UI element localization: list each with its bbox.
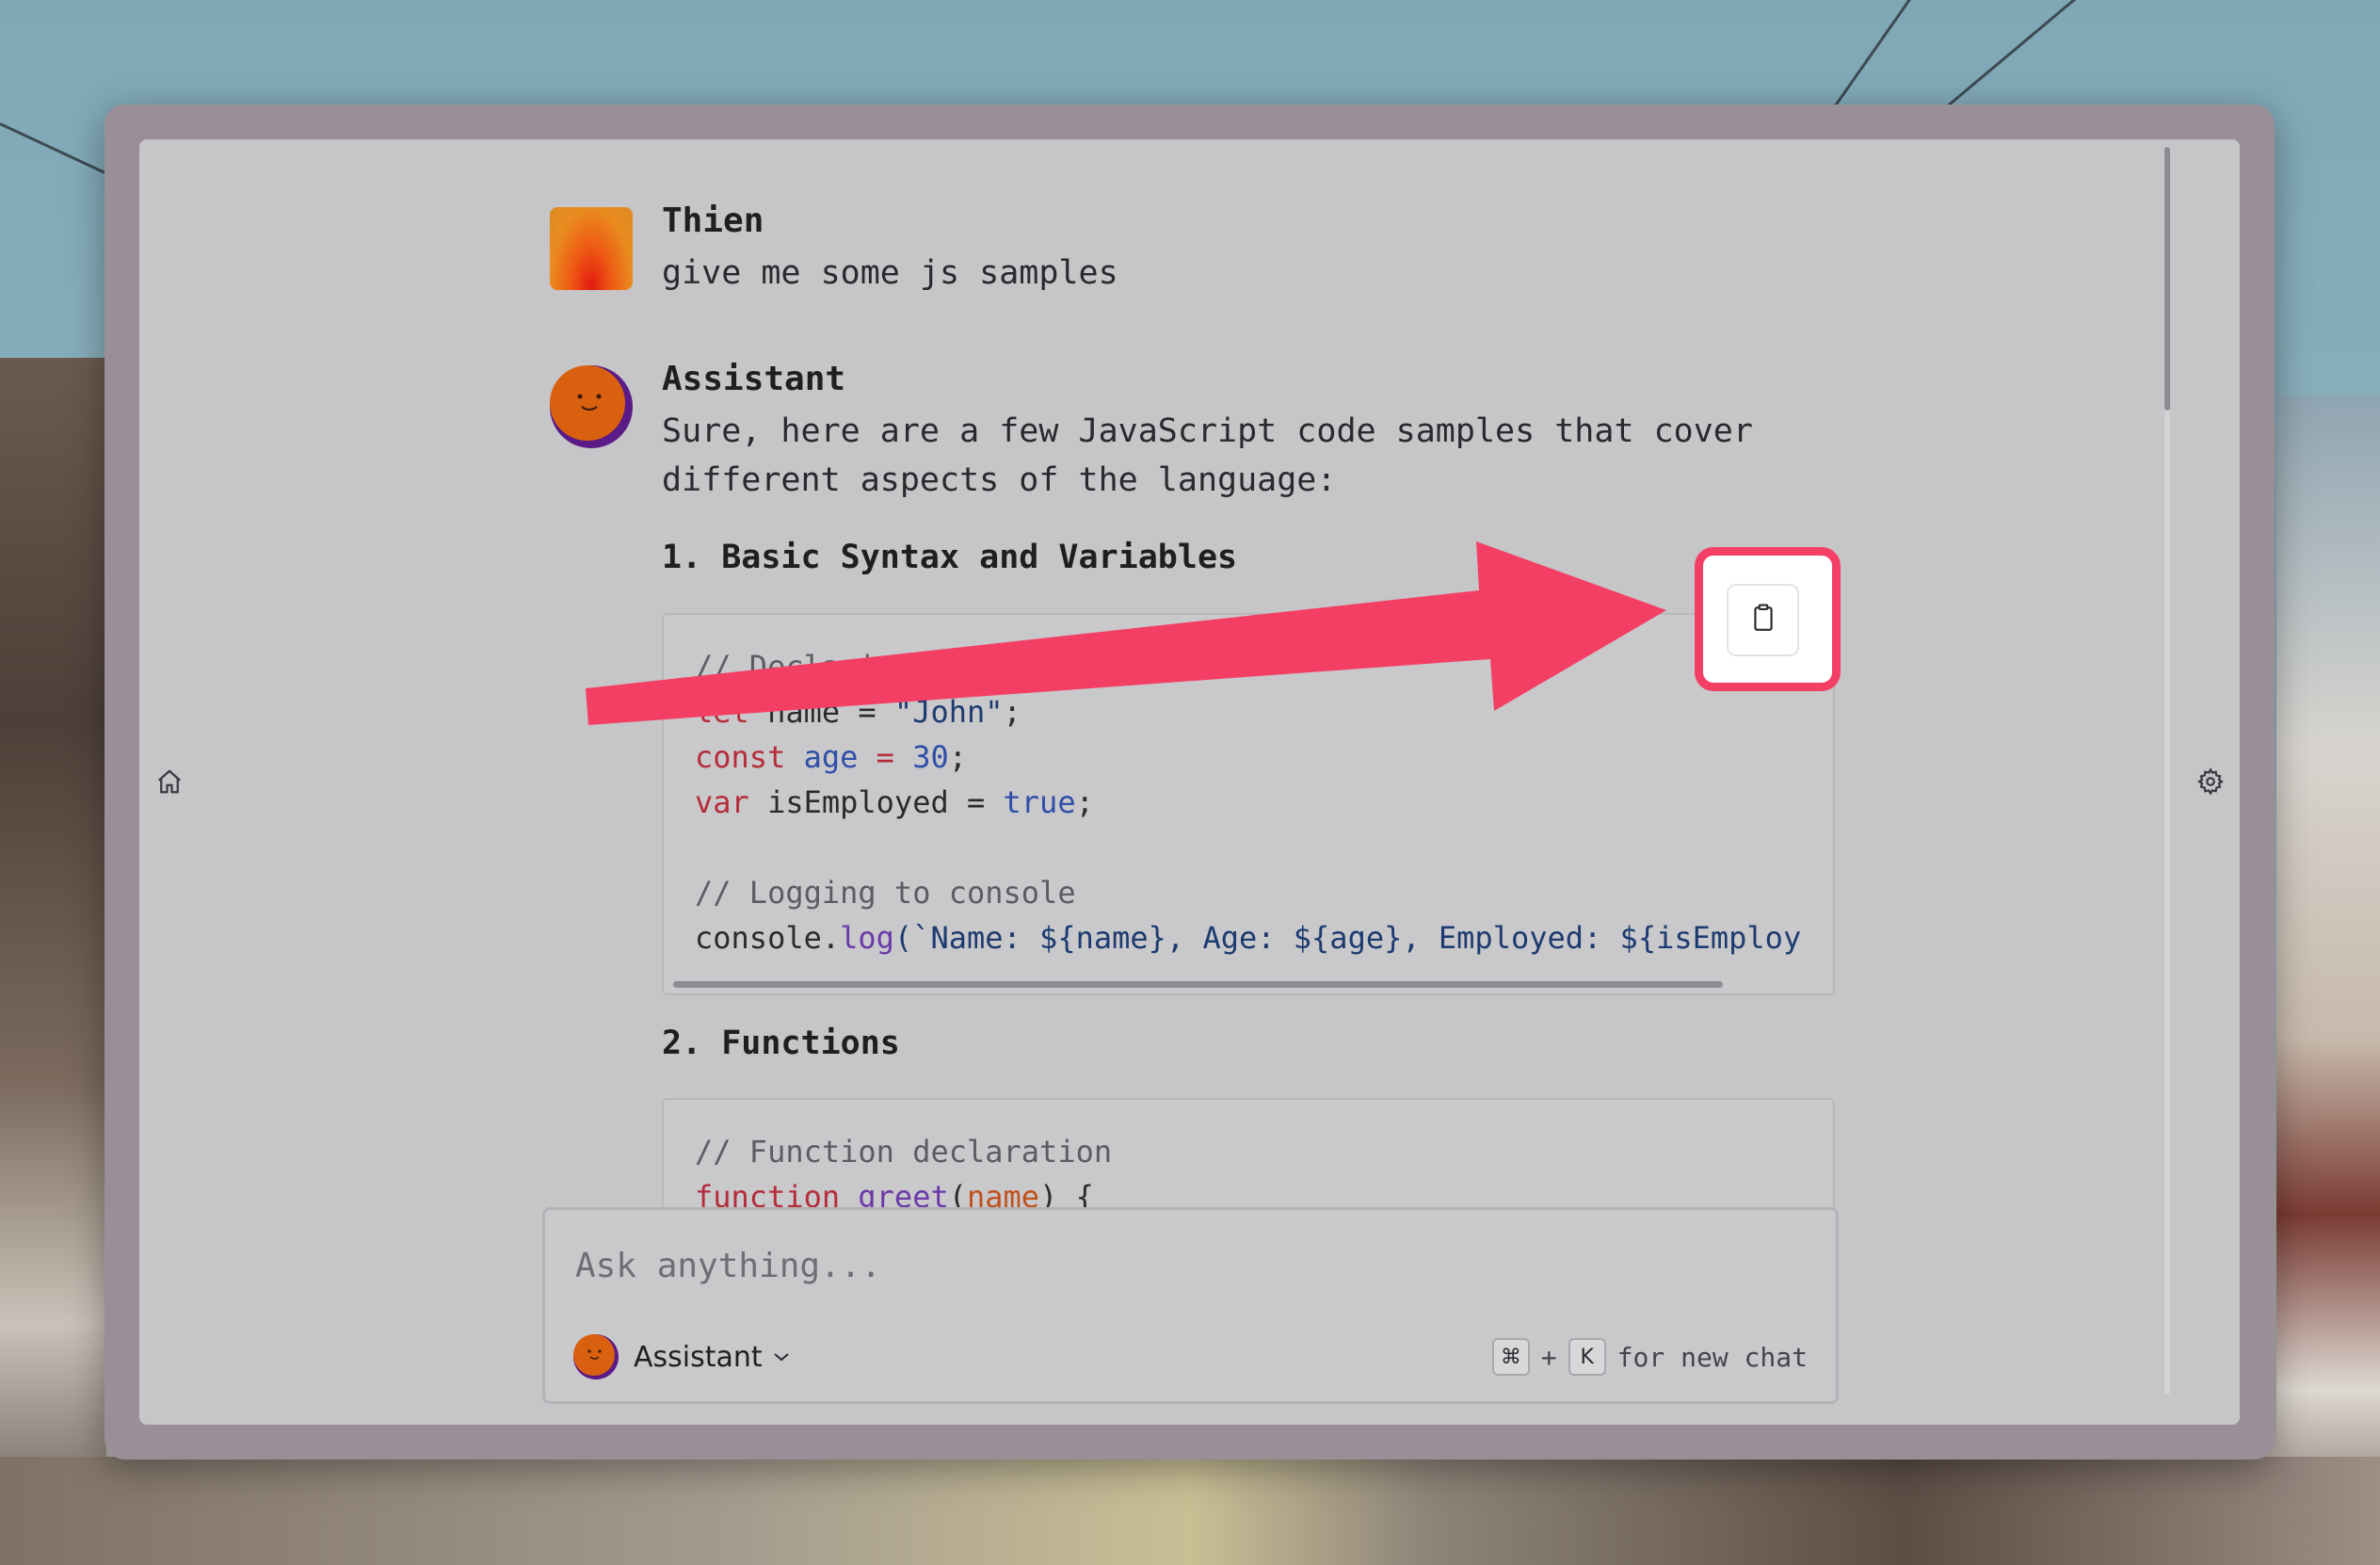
user-message: give me some js samples xyxy=(662,254,1118,292)
shortcut-plus: + xyxy=(1540,1341,1557,1373)
assistant-avatar xyxy=(550,365,633,448)
code-string: "John" xyxy=(893,694,1004,730)
assistant-intro: Sure, here are a few JavaScript code sam… xyxy=(662,412,1753,499)
code-function: log xyxy=(840,920,894,956)
code-text: ; xyxy=(1003,694,1021,730)
code-text: isEmployed = xyxy=(748,784,1004,820)
background-left xyxy=(0,358,106,1565)
assistant-selector[interactable]: Assistant xyxy=(573,1332,791,1381)
assistant-name: Assistant xyxy=(662,360,846,398)
chevron-down-icon xyxy=(772,1350,791,1363)
background-bottom xyxy=(0,1457,2380,1565)
scrollbar-thumb[interactable] xyxy=(2164,147,2170,411)
code-text: ; xyxy=(1075,784,1094,820)
background-wire xyxy=(0,122,112,177)
code-number: 30 xyxy=(912,739,949,775)
user-avatar xyxy=(550,207,633,290)
background-right xyxy=(2276,395,2380,1565)
code-text: name = xyxy=(748,694,894,730)
code-variable: age xyxy=(785,739,859,775)
code-keyword: const xyxy=(695,739,786,775)
code-line: let name = "John"; xyxy=(695,694,1021,730)
k-key: K xyxy=(1568,1338,1606,1376)
code-text: console. xyxy=(695,920,841,956)
code-line: // Declaring variables xyxy=(695,649,1094,685)
code-boolean: true xyxy=(1003,784,1076,820)
code-horizontal-scrollbar[interactable] xyxy=(673,981,1723,988)
clipboard-icon xyxy=(1751,604,1776,637)
code-keyword: let xyxy=(695,694,749,730)
shortcut-text: for new chat xyxy=(1616,1341,1808,1373)
copy-code-button[interactable] xyxy=(1727,584,1799,656)
code-line: // Function declaration xyxy=(695,1134,1113,1170)
code-block-1: // Declaring variables let name = "John"… xyxy=(662,613,1835,995)
section-heading-2: 2. Functions xyxy=(662,1025,900,1062)
code-line: var isEmployed = true; xyxy=(695,784,1094,820)
code-text: ; xyxy=(948,739,967,775)
chat-input[interactable] xyxy=(573,1236,1801,1295)
background-wire xyxy=(1834,0,1924,106)
user-name: Thien xyxy=(662,202,764,240)
code-string: (`Name: ${name}, Age: ${age}, Employed: … xyxy=(893,920,1802,956)
assistant-mini-avatar xyxy=(573,1334,619,1379)
assistant-selector-label: Assistant xyxy=(634,1340,763,1374)
code-block-2: // Function declaration function greet(n… xyxy=(662,1098,1835,1222)
section-heading-1: 1. Basic Syntax and Variables xyxy=(662,539,1238,576)
code-line: const age = 30; xyxy=(695,739,967,775)
gear-icon[interactable] xyxy=(2196,767,2225,796)
home-icon[interactable] xyxy=(155,767,184,796)
code-keyword: var xyxy=(695,784,749,820)
code-line: console.log(`Name: ${name}, Age: ${age},… xyxy=(695,920,1801,956)
new-chat-shortcut-hint: ⌘ + K for new chat xyxy=(1491,1338,1808,1376)
code-line: // Logging to console xyxy=(695,875,1076,911)
chat-input-box: Assistant ⌘ + K for new chat xyxy=(542,1207,1839,1404)
command-key: ⌘ xyxy=(1491,1338,1530,1376)
code-operator: = xyxy=(858,739,913,775)
background-wire xyxy=(1948,0,2095,106)
